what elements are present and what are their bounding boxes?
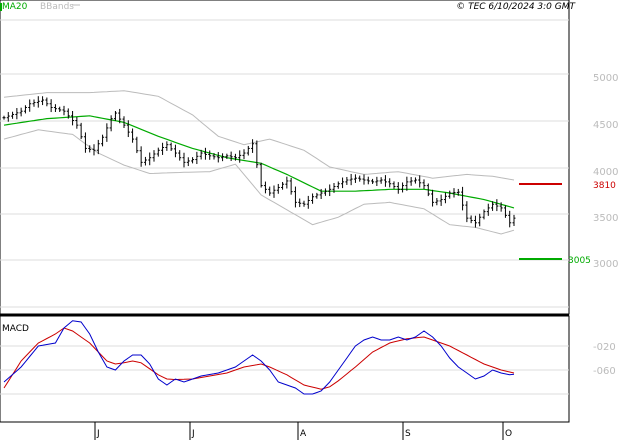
price-tick-4000: 4000 [593, 167, 618, 178]
legend-ma20: MA20 [2, 2, 28, 12]
price-tick-5000: 5000 [593, 73, 618, 84]
price-tick-3000: 3000 [593, 259, 618, 270]
month-label-o: O [505, 429, 512, 439]
resistance-label: 3810 [593, 181, 616, 191]
month-label-j1: J [96, 429, 100, 439]
time-axis: J J A S O [94, 422, 512, 440]
price-axis: 5000 4500 4000 3500 3000 -020 -060 [593, 73, 618, 377]
support-label: 3005 [568, 256, 591, 266]
legend-bbands: BBands [40, 2, 74, 12]
month-label-a: A [300, 429, 307, 439]
timestamp: © TEC 6/10/2024 3:0 GMT [456, 2, 576, 12]
month-label-j2: J [191, 429, 195, 439]
macd-tick-060: -060 [593, 366, 616, 377]
price-tick-3500: 3500 [593, 213, 618, 224]
stock-chart: MA20 BBands © TEC 6/10/2024 3:0 GMT 5000… [0, 0, 618, 440]
month-label-s: S [405, 429, 411, 439]
price-tick-4500: 4500 [593, 120, 618, 131]
macd-title: MACD [2, 324, 29, 334]
macd-tick-020: -020 [593, 342, 616, 353]
